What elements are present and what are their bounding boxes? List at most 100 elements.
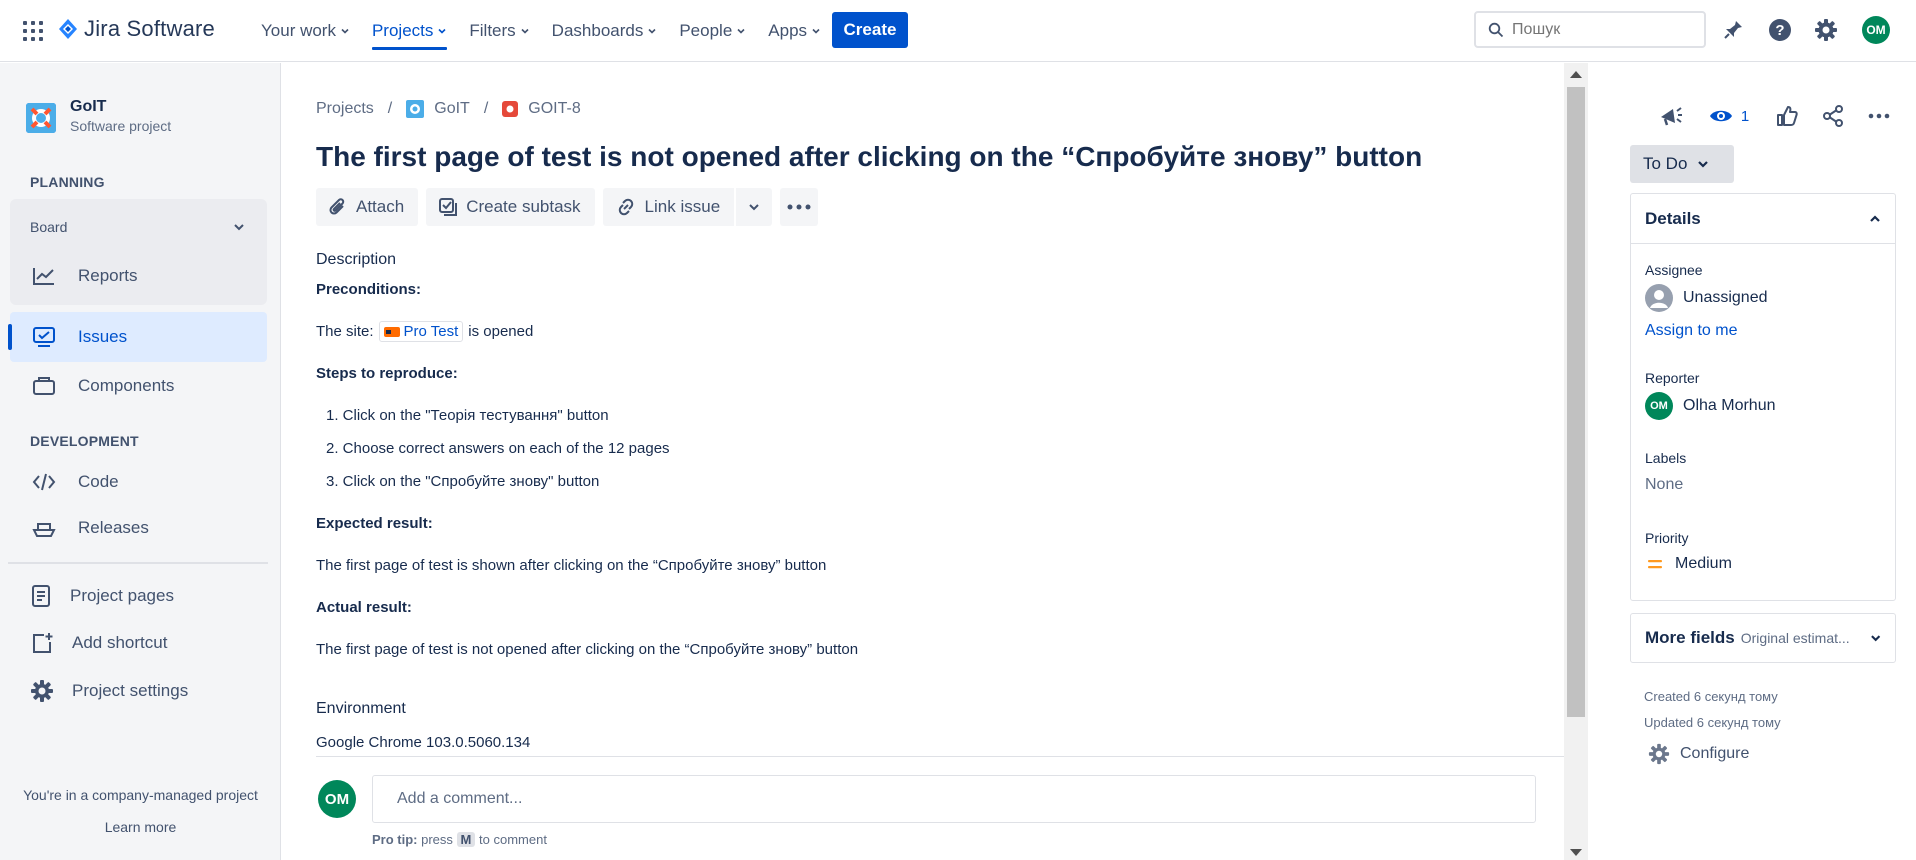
scroll-up-arrow[interactable]: [1570, 71, 1582, 78]
subtask-icon: [439, 198, 458, 216]
gear-icon: [1648, 743, 1670, 765]
sidebar-item-project-settings[interactable]: Project settings: [10, 666, 267, 716]
search-icon: [1488, 22, 1504, 37]
pro-test-link[interactable]: Pro Test: [378, 321, 464, 342]
link-issue-button[interactable]: Link issue: [602, 188, 735, 226]
project-header[interactable]: GoIT Software project: [26, 97, 171, 135]
assignee-field[interactable]: Unassigned: [1645, 284, 1768, 312]
created-timestamp: Created 6 секунд тому: [1644, 689, 1778, 704]
sidebar-item-add-shortcut[interactable]: Add shortcut: [10, 618, 267, 668]
scroll-thumb[interactable]: [1567, 87, 1585, 717]
sidebar-item-label: Project settings: [72, 681, 189, 700]
steps-heading: Steps to reproduce:: [316, 365, 458, 382]
search-field[interactable]: [1474, 11, 1706, 48]
labels-value[interactable]: None: [1645, 476, 1683, 494]
preconditions-line: The site: Pro Test is opened: [316, 321, 533, 342]
details-card: Details Assignee Unassigned Assign to me…: [1630, 193, 1896, 601]
nav-people[interactable]: People: [668, 0, 757, 62]
sidebar-item-reports[interactable]: Reports: [10, 251, 267, 301]
sidebar-item-components[interactable]: Components: [10, 361, 267, 411]
updated-timestamp: Updated 6 секунд тому: [1644, 715, 1781, 730]
priority-field[interactable]: Medium: [1645, 555, 1732, 573]
details-header[interactable]: Details: [1631, 194, 1895, 244]
issue-details-panel: 1 To Do Details Assignee Unassigned Assi…: [1588, 63, 1916, 860]
chevron-down-icon: [341, 28, 349, 34]
attach-icon: [329, 198, 345, 215]
main-scrollbar[interactable]: [1564, 63, 1588, 860]
issue-actions: 1: [1648, 97, 1902, 135]
pro-tip-suffix: to comment: [479, 832, 547, 847]
status-dropdown[interactable]: To Do: [1630, 145, 1734, 183]
pro-tip-press: press: [421, 832, 453, 847]
company-managed-note: You're in a company-managed project: [23, 787, 258, 803]
actual-text: The first page of test is not opened aft…: [316, 641, 859, 658]
environment-value[interactable]: Google Chrome 103.0.5060.134: [316, 734, 530, 751]
more-actions-button[interactable]: [780, 188, 819, 226]
sidebar-item-releases[interactable]: Releases: [10, 503, 267, 553]
labels-label: Labels: [1645, 450, 1687, 466]
nav-label: People: [679, 21, 733, 40]
chevron-down-icon: [521, 28, 529, 34]
nav-apps[interactable]: Apps: [757, 0, 832, 62]
sidebar-item-project-pages[interactable]: Project pages: [10, 571, 267, 621]
app-switcher-icon[interactable]: [22, 20, 44, 42]
sidebar-item-label: Add shortcut: [72, 633, 168, 652]
feedback-button[interactable]: [1648, 97, 1694, 135]
link-issue-dropdown[interactable]: [736, 188, 773, 226]
sidebar-divider: [8, 562, 268, 564]
attach-label: Attach: [356, 197, 405, 216]
sidebar-item-label: Code: [78, 472, 119, 491]
user-avatar[interactable]: OM: [1862, 16, 1890, 44]
learn-more-link[interactable]: Learn more: [0, 819, 281, 835]
attach-button[interactable]: Attach: [316, 188, 419, 226]
chevron-down-icon[interactable]: [233, 221, 245, 233]
description-label: Description: [316, 251, 397, 268]
list-item: 2. Choose correct answers on each of the…: [326, 440, 670, 457]
comment-input[interactable]: Add a comment...: [372, 775, 1536, 823]
jira-logo[interactable]: Jira Software: [58, 16, 215, 42]
development-header: DEVELOPMENT: [30, 433, 139, 449]
sidebar-item-issues[interactable]: Issues: [8, 312, 267, 362]
search-input[interactable]: [1512, 20, 1682, 39]
help-icon[interactable]: ?: [1767, 17, 1793, 43]
settings-icon[interactable]: [1813, 17, 1839, 43]
create-button[interactable]: Create: [832, 12, 908, 48]
issue-title[interactable]: The first page of test is not opened aft…: [316, 141, 1422, 173]
unassigned-avatar-icon: [1645, 284, 1673, 312]
jira-logo-icon: [58, 18, 78, 40]
more-fields-section[interactable]: More fields Original estimat...: [1630, 613, 1896, 663]
breadcrumb-issue-key[interactable]: GOIT-8: [528, 100, 580, 118]
assign-to-me-link[interactable]: Assign to me: [1645, 322, 1737, 340]
avatar: OM: [318, 780, 356, 818]
board-selector[interactable]: Board: [30, 219, 67, 235]
more-actions-button[interactable]: [1856, 97, 1902, 135]
vote-button[interactable]: [1764, 97, 1810, 135]
assignee-value: Unassigned: [1683, 289, 1768, 306]
sidebar-item-label: Issues: [78, 327, 128, 346]
project-name: GoIT: [70, 98, 107, 115]
environment-label: Environment: [316, 700, 406, 717]
notifications-icon[interactable]: [1720, 17, 1746, 43]
chevron-down-icon: [438, 28, 446, 34]
reporter-field[interactable]: OM Olha Morhun: [1645, 392, 1776, 420]
share-button[interactable]: [1810, 97, 1856, 135]
nav-projects[interactable]: Projects: [361, 0, 458, 62]
more-fields-label: More fields: [1645, 628, 1735, 647]
configure-button[interactable]: Configure: [1648, 743, 1749, 765]
site-favicon-icon: [383, 326, 400, 337]
nav-filters[interactable]: Filters: [458, 0, 540, 62]
pro-test-link-label: Pro Test: [403, 323, 459, 340]
reporter-value: Olha Morhun: [1683, 397, 1776, 414]
sidebar-item-label: Reports: [78, 266, 138, 285]
sidebar-item-code[interactable]: Code: [10, 457, 267, 507]
create-subtask-button[interactable]: Create subtask: [426, 188, 595, 226]
scroll-down-arrow[interactable]: [1570, 849, 1582, 856]
breadcrumb-project[interactable]: GoIT: [434, 100, 470, 118]
nav-your-work[interactable]: Your work: [250, 0, 361, 62]
breadcrumb-projects[interactable]: Projects: [316, 100, 374, 118]
nav-dashboards[interactable]: Dashboards: [541, 0, 669, 62]
watch-button[interactable]: 1: [1694, 97, 1764, 135]
configure-label: Configure: [1680, 745, 1750, 762]
eye-icon: [1709, 110, 1732, 122]
link-issue-label: Link issue: [644, 197, 721, 216]
